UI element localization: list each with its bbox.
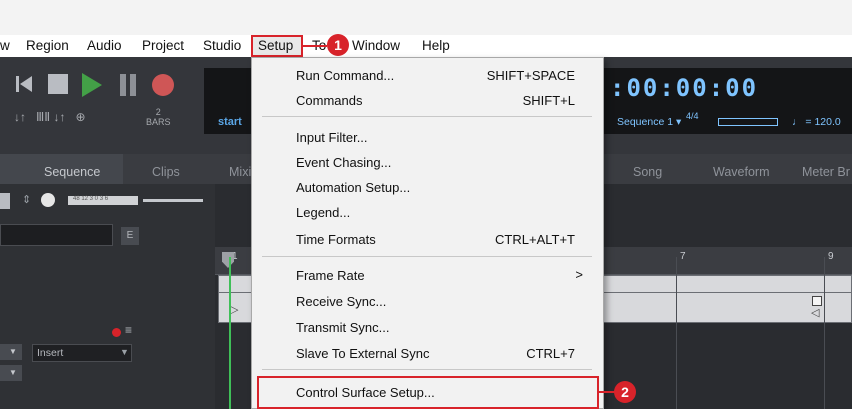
- menu-item-shortcut: CTRL+7: [526, 346, 575, 361]
- record-icon[interactable]: [152, 74, 174, 96]
- submenu-arrow-icon: >: [575, 267, 583, 282]
- track-color-swatch[interactable]: [0, 193, 10, 209]
- pause-icon[interactable]: [118, 74, 138, 96]
- menu-studio[interactable]: Studio: [203, 38, 241, 53]
- menu-audio[interactable]: Audio: [87, 38, 122, 53]
- callout-badge-2: 2: [614, 381, 636, 403]
- pan-knob[interactable]: [41, 193, 55, 207]
- callout-badge-1: 1: [327, 34, 349, 56]
- playhead[interactable]: [229, 257, 231, 409]
- gridline: [824, 257, 825, 409]
- menu-region[interactable]: Region: [26, 38, 69, 53]
- track-inspector-panel: [0, 184, 215, 409]
- menu-item-legend[interactable]: Legend...: [252, 199, 603, 225]
- menu-item-transmit-sync[interactable]: Transmit Sync...: [252, 314, 603, 340]
- menu-item-shortcut: SHIFT+L: [522, 93, 575, 108]
- menu-item-label: Receive Sync...: [296, 294, 387, 309]
- timecode-display[interactable]: :00:00:00: [610, 74, 758, 102]
- window-top-strip: [0, 0, 852, 35]
- insert-select[interactable]: Insert: [32, 344, 132, 362]
- menu-lines-icon[interactable]: ≡: [125, 323, 132, 337]
- menu-item-label: Transmit Sync...: [296, 320, 390, 335]
- menu-separator: [262, 256, 592, 257]
- menu-item-shortcut: SHIFT+SPACE: [486, 68, 575, 83]
- tempo-value: = 120.0: [805, 116, 841, 128]
- tempo-display[interactable]: ♩ = 120.0: [792, 116, 841, 128]
- end-marker-box[interactable]: [812, 296, 822, 306]
- menu-item-label: Time Formats: [296, 232, 376, 247]
- menu-item-label: Input Filter...: [296, 130, 368, 145]
- rewind-to-start-icon[interactable]: [16, 76, 32, 92]
- menu-item-label: Commands: [296, 93, 363, 108]
- callout-1-connector: [303, 45, 327, 47]
- level-meter: 48 12 3 0 3 6: [68, 196, 138, 205]
- menu-project[interactable]: Project: [142, 38, 184, 53]
- menubar: w Region Audio Project Studio To Window …: [0, 35, 852, 57]
- play-marker-icon[interactable]: ▷: [230, 303, 238, 316]
- sequence-selector[interactable]: Sequence 1 ▾: [617, 116, 681, 128]
- bars-unit: BARS: [146, 117, 171, 127]
- play-icon[interactable]: [82, 73, 102, 97]
- menu-item-frame-rate[interactable]: Frame Rate >: [252, 262, 603, 288]
- menu-item-run-command[interactable]: Run Command... SHIFT+SPACE: [252, 62, 603, 88]
- menu-item-slave-external-sync[interactable]: Slave To External Sync CTRL+7: [252, 340, 603, 366]
- level-meter-scale: 48 12 3 0 3 6: [73, 196, 109, 202]
- chevron-down-icon: ▼: [9, 347, 17, 356]
- menu-item-event-chasing[interactable]: Event Chasing...: [252, 149, 603, 175]
- ruler-label-9: 9: [828, 251, 834, 262]
- menu-window[interactable]: Window: [352, 38, 400, 53]
- menu-item-label: Legend...: [296, 205, 351, 220]
- edit-button[interactable]: E: [121, 227, 139, 245]
- menu-item-receive-sync[interactable]: Receive Sync...: [252, 288, 603, 314]
- end-marker-icon[interactable]: ◁: [811, 306, 819, 319]
- menu-item-label: Slave To External Sync: [296, 346, 430, 361]
- gridline: [676, 257, 677, 409]
- menu-view-partial[interactable]: w: [0, 38, 10, 53]
- tab-song[interactable]: Song: [633, 165, 662, 179]
- tempo-slider[interactable]: [718, 118, 778, 126]
- stepper-icon[interactable]: ⇕: [22, 193, 31, 206]
- tab-clips[interactable]: Clips: [152, 165, 180, 179]
- callout-2-connector: [599, 391, 615, 393]
- tab-meter-bridge-partial[interactable]: Meter Br: [802, 165, 850, 179]
- menu-setup[interactable]: Setup: [258, 38, 293, 53]
- menu-item-label: Run Command...: [296, 68, 395, 83]
- tab-waveform[interactable]: Waveform: [713, 165, 770, 179]
- tab-mixer-partial[interactable]: Mixi: [229, 165, 251, 179]
- menu-item-label: Event Chasing...: [296, 155, 392, 170]
- menu-help[interactable]: Help: [422, 38, 450, 53]
- bars-indicator[interactable]: 2 BARS: [146, 107, 171, 127]
- ruler-label-7: 7: [680, 251, 686, 262]
- menu-item-commands[interactable]: Commands SHIFT+L: [252, 87, 603, 113]
- bars-value: 2: [155, 107, 161, 117]
- tab-sequence[interactable]: Sequence: [44, 165, 100, 179]
- stop-icon[interactable]: [48, 74, 68, 94]
- menu-item-input-filter[interactable]: Input Filter...: [252, 124, 603, 150]
- chevron-down-icon: ▼: [9, 368, 17, 377]
- insert-label: Insert: [37, 347, 64, 359]
- menu-item-label: Frame Rate: [296, 268, 365, 283]
- chevron-down-icon: ▼: [120, 347, 129, 357]
- control-surface-setup-highlight: [257, 376, 599, 409]
- menu-item-time-formats[interactable]: Time Formats CTRL+ALT+T: [252, 226, 603, 252]
- start-marker-label: start: [218, 116, 242, 128]
- menu-item-label: Automation Setup...: [296, 180, 411, 195]
- transport-small-controls[interactable]: ↓↑ ⅢⅡ ↓↑ ⊕: [14, 110, 86, 124]
- menu-item-shortcut: CTRL+ALT+T: [495, 232, 575, 247]
- setup-dropdown-menu: Run Command... SHIFT+SPACE Commands SHIF…: [251, 57, 604, 409]
- menu-item-automation-setup[interactable]: Automation Setup...: [252, 174, 603, 200]
- track-name-field[interactable]: [0, 224, 113, 246]
- menu-separator: [262, 116, 592, 117]
- volume-fader[interactable]: [143, 199, 203, 202]
- menu-separator: [262, 369, 592, 370]
- record-arm-icon[interactable]: [112, 328, 121, 337]
- time-signature[interactable]: 4/4: [686, 112, 699, 121]
